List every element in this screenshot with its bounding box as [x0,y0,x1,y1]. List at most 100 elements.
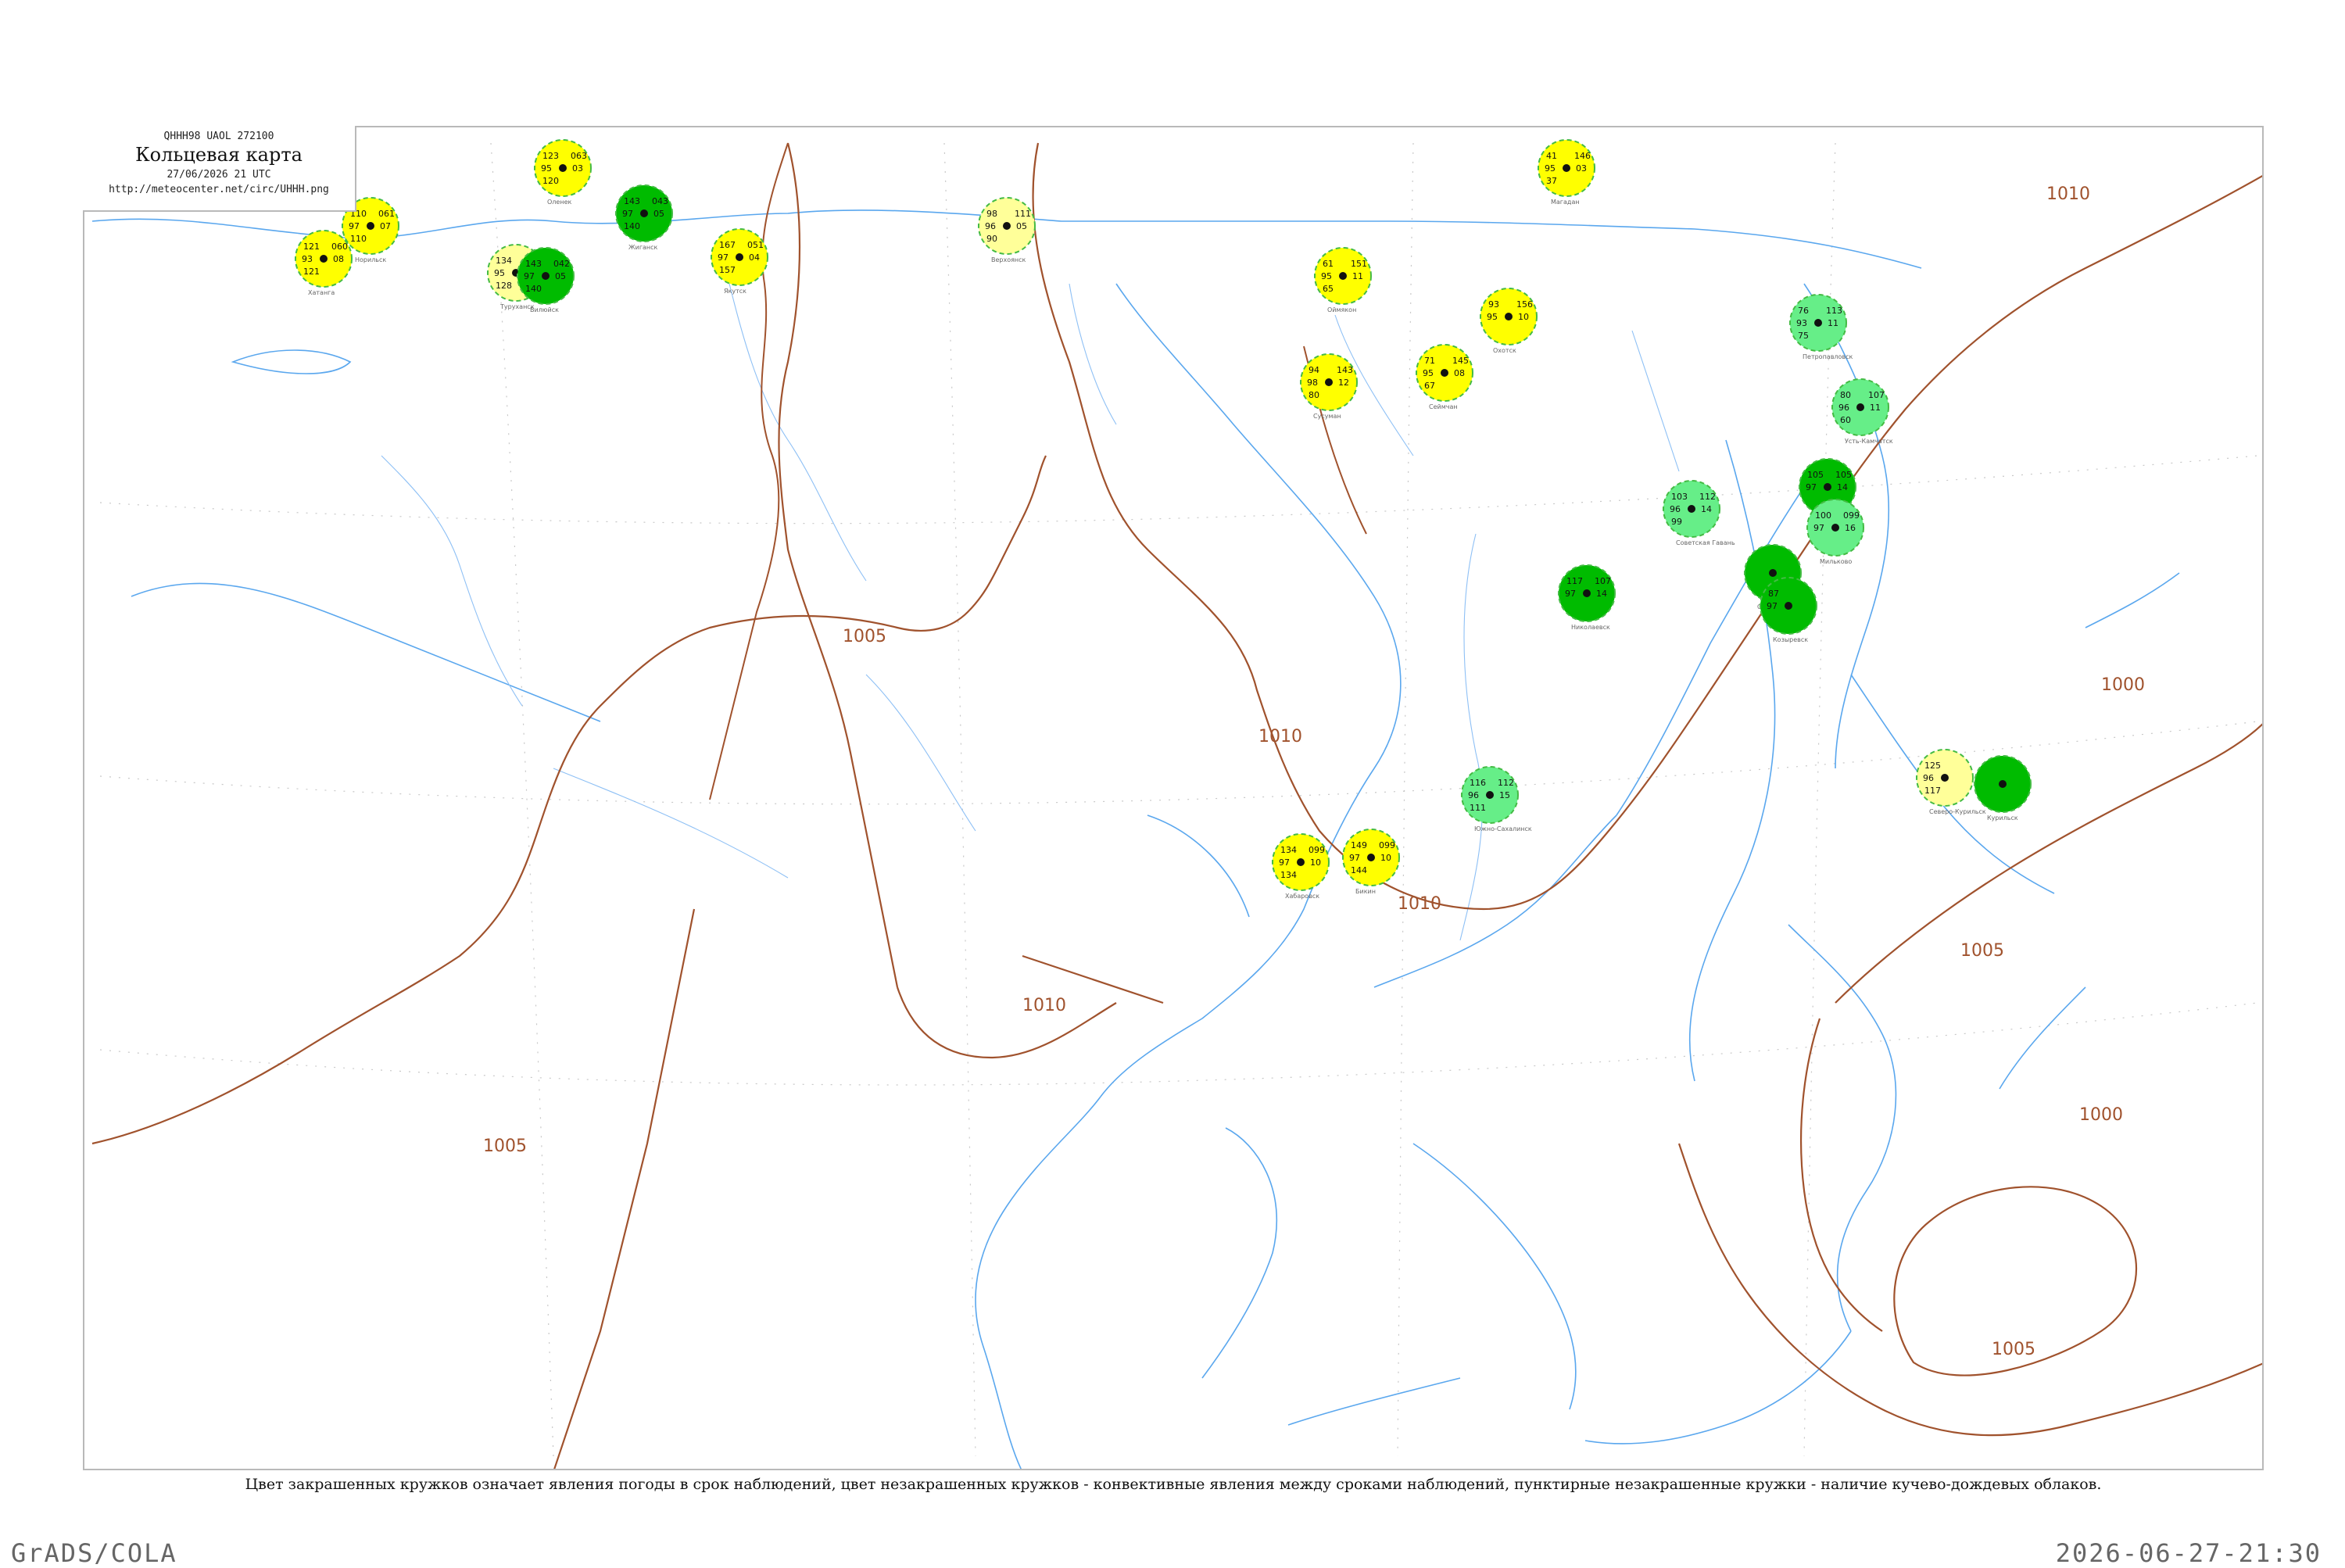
isobars [91,142,2262,1469]
station-value-top: 143 [525,259,542,269]
station-name: Советская Гавань [1676,539,1735,546]
station-dot [1441,369,1448,377]
station-value-mid: 95 [494,268,505,278]
station-value-r: 099 [1843,510,1860,521]
station-name: Якутск [724,288,746,295]
render-timestamp: 2026-06-27-21:30 [2055,1538,2322,1568]
station-name: Оймякон [1327,306,1356,313]
station-value-top: 98 [986,209,997,219]
station-12: 41 95 37 146 03 Магадан [1538,139,1595,206]
station-24: 149 97 144 099 10 Бикин [1342,829,1400,895]
station-value-top: 143 [624,196,640,206]
station-value-top: 117 [1566,576,1583,586]
station-value-bot: 140 [525,284,542,294]
station-9: 61 95 65 151 11 Оймякон [1314,247,1372,313]
station-value-r2: 11 [1870,403,1881,413]
station-value-top: 76 [1798,306,1809,316]
station-value-r2: 04 [749,252,760,263]
station-value-top: 93 [1488,299,1499,310]
station-value-mid: 93 [302,254,313,264]
station-value-top: 80 [1840,390,1851,400]
station-dot [1563,164,1570,172]
isobar-label: 1005 [1960,941,2004,961]
station-name: Сусуман [1313,413,1341,420]
station-name: Магадан [1551,199,1580,206]
station-value-top: 71 [1424,356,1435,366]
station-17: 100 97 099 16 Мильково [1806,499,1864,565]
station-value-bot: 67 [1424,381,1435,391]
station-value-r2: 15 [1499,790,1510,800]
map-url: http://meteocenter.net/circ/UHHH.png [109,184,329,195]
station-value-r2: 11 [1828,318,1838,328]
isobar-label: 1010 [2046,184,2090,204]
station-value-r: 143 [1337,365,1353,375]
station-value-r2: 03 [1576,163,1587,174]
station-22: 116 96 111 112 15 Южно-Сахалинск [1461,766,1532,832]
isobar-label: 1005 [1992,1340,2035,1359]
station-value-r: 043 [652,196,668,206]
station-value-bot: 90 [986,234,997,244]
station-name: Хабаровск [1285,893,1319,900]
station-value-mid: 97 [1806,482,1817,492]
station-dot [1583,589,1591,597]
station-dot [1505,313,1513,320]
station-value-mid: 97 [349,221,360,231]
station-dot [1486,791,1494,799]
station-value-bot: 134 [1280,870,1297,880]
station-name: Верхоянск [991,256,1026,263]
station-value-bot: 99 [1671,517,1682,527]
station-value-r2: 03 [572,163,583,174]
station-value-bot: 75 [1798,331,1809,341]
station-value-top: 100 [1815,510,1831,521]
stations: 1109711006107Норильск1219312106008Хатанг… [295,139,2032,900]
station-value-top: 94 [1309,365,1319,375]
map-title-box: QHHH98 UAOL 272100 Кольцевая карта 27/06… [83,126,356,212]
station-value-mid: 97 [1565,589,1576,599]
station-dot [1856,403,1864,411]
station-name: Вилюйск [530,306,559,313]
station-value-r: 145 [1452,356,1469,366]
station-value-top: 134 [1280,845,1297,855]
station-dot [1831,524,1839,532]
map-datetime: 27/06/2026 21 UTC [166,169,271,181]
station-name: Туруханск [499,303,535,310]
station-name: Оленек [547,199,571,206]
station-value-mid: 97 [622,209,633,219]
station-value-top: 41 [1546,151,1557,161]
station-5: 143 97 140 043 05 Жиганск [615,184,673,251]
station-name: Южно-Сахалинск [1474,825,1532,832]
station-value-top: 149 [1351,840,1367,850]
station-value-bot: 65 [1323,284,1334,294]
station-dot [1325,378,1333,386]
station-value-r2: 16 [1845,523,1856,533]
station-21: 103 96 99 112 14 Советская Гавань [1663,480,1735,546]
isobar-label: 1005 [843,627,886,646]
weather-map: 1010 1005 1010 1010 1005 1000 1005 1000 … [91,139,2262,1469]
station-2: 121 93 121 060 08 Хатанга [295,230,353,296]
station-value-bot: 37 [1546,176,1557,186]
station-value-r: 042 [553,259,570,269]
station-value-bot: 80 [1309,390,1319,400]
station-value-r: 146 [1574,151,1591,161]
station-name: Жиганск [628,244,658,251]
station-value-r2: 08 [1454,368,1465,378]
station-8: 98 96 90 111 05 Верхоянск [978,197,1036,263]
station-value-r: 105 [1835,470,1852,480]
station-value-r2: 10 [1310,857,1321,868]
station-name: Бикин [1355,888,1376,895]
station-value-r: 107 [1595,576,1611,586]
station-value-mid: 97 [1813,523,1824,533]
station-value-mid: 96 [1670,504,1681,514]
station-value-r2: 11 [1352,271,1363,281]
station-value-r: 099 [1309,845,1325,855]
station-dot [1769,569,1777,577]
station-value-mid: 97 [718,252,729,263]
station-value-mid: 97 [1767,601,1778,611]
station-value-r: 112 [1498,778,1514,788]
station-value-mid: 98 [1307,378,1318,388]
map-title: Кольцевая карта [135,144,303,166]
station-dot [1941,774,1949,782]
station-10: 94 98 80 143 12 Сусуман [1300,353,1358,420]
station-value-mid: 95 [1487,312,1498,322]
station-dot [1688,505,1695,513]
